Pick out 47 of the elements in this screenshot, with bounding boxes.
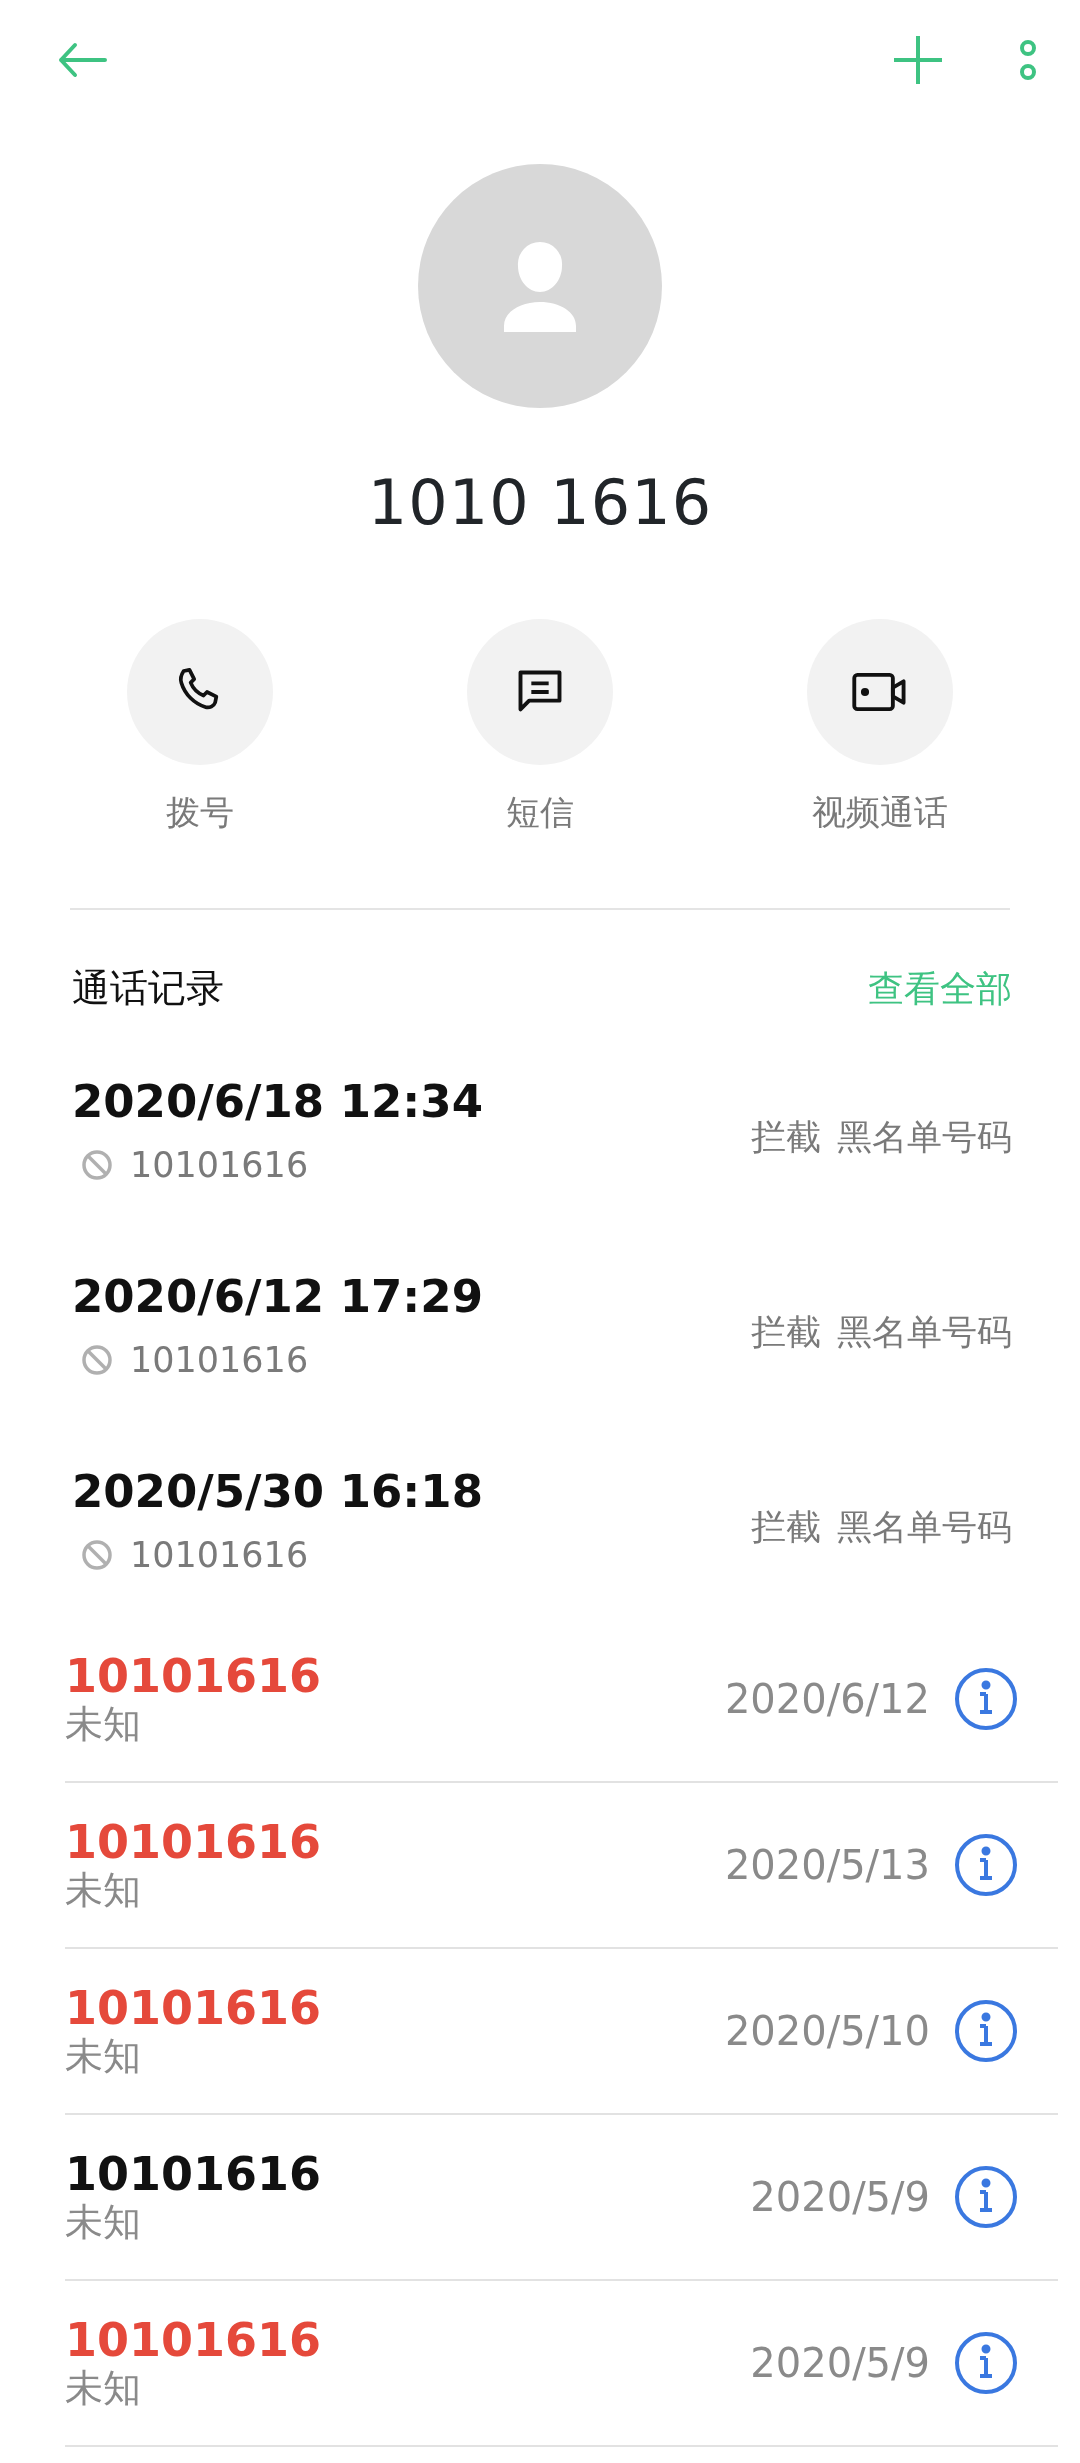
call-date: 2020/5/9 xyxy=(750,2173,930,2222)
call-date: 2020/5/13 xyxy=(724,1841,930,1890)
caller-location: 未知 xyxy=(65,2033,142,2080)
call-status: 拦截 xyxy=(751,1116,821,1160)
info-button[interactable] xyxy=(954,2165,1018,2229)
call-label: 拨号 xyxy=(166,791,234,834)
block-reason: 黑名单号码 xyxy=(837,1116,1012,1160)
call-status: 拦截 xyxy=(751,1311,821,1355)
message-label: 短信 xyxy=(506,791,574,834)
phone-number: 10101616 xyxy=(130,1144,309,1187)
caller-location: 未知 xyxy=(65,1867,142,1914)
info-button[interactable] xyxy=(954,1833,1018,1897)
block-reason: 黑名单号码 xyxy=(837,1311,1012,1355)
view-all-link[interactable]: 查看全部 xyxy=(868,961,1012,1016)
info-button[interactable] xyxy=(954,1999,1018,2063)
blocked-icon xyxy=(80,1343,114,1378)
block-reason: 黑名单号码 xyxy=(837,1506,1012,1550)
video-label: 视频通话 xyxy=(812,791,948,834)
call-date: 2020/5/9 xyxy=(750,2339,930,2388)
phone-number: 10101616 xyxy=(130,1339,309,1382)
caller-number: 10101616 xyxy=(65,2314,322,2366)
add-button[interactable] xyxy=(892,34,944,86)
caller-location: 未知 xyxy=(65,1701,142,1748)
phone-number: 10101616 xyxy=(130,1534,309,1577)
info-button[interactable] xyxy=(954,2331,1018,2395)
call-date: 2020/5/10 xyxy=(724,2007,930,2056)
info-button[interactable] xyxy=(954,1667,1018,1731)
call-row[interactable]: 10101616 未知 2020/5/13 xyxy=(65,1783,1058,1949)
call-row[interactable]: 10101616 未知 2020/6/12 xyxy=(65,1617,1058,1783)
caller-location: 未知 xyxy=(65,2365,142,2412)
caller-number: 10101616 xyxy=(65,2148,322,2200)
section-title: 通话记录 xyxy=(72,965,224,1012)
call-row[interactable]: 10101616 未知 2020/5/9 xyxy=(65,2281,1058,2447)
caller-number: 10101616 xyxy=(65,1816,322,1868)
call-time: 2020/6/18 12:34 xyxy=(72,1073,483,1130)
contact-name: 1010 1616 xyxy=(366,465,714,541)
caller-number: 10101616 xyxy=(65,1650,322,1702)
call-status: 拦截 xyxy=(751,1506,821,1550)
call-date: 2020/6/12 xyxy=(724,1675,930,1724)
caller-number: 10101616 xyxy=(65,1982,322,2034)
call-row[interactable]: 10101616 未知 2020/5/10 xyxy=(65,1949,1058,2115)
caller-location: 未知 xyxy=(65,2199,142,2246)
call-time: 2020/6/12 17:29 xyxy=(72,1268,483,1325)
blocked-icon xyxy=(80,1538,114,1573)
call-row[interactable]: 10101616 未知 2020/5/9 xyxy=(65,2115,1058,2281)
blocked-icon xyxy=(80,1148,114,1183)
call-time: 2020/5/30 16:18 xyxy=(72,1463,483,1520)
